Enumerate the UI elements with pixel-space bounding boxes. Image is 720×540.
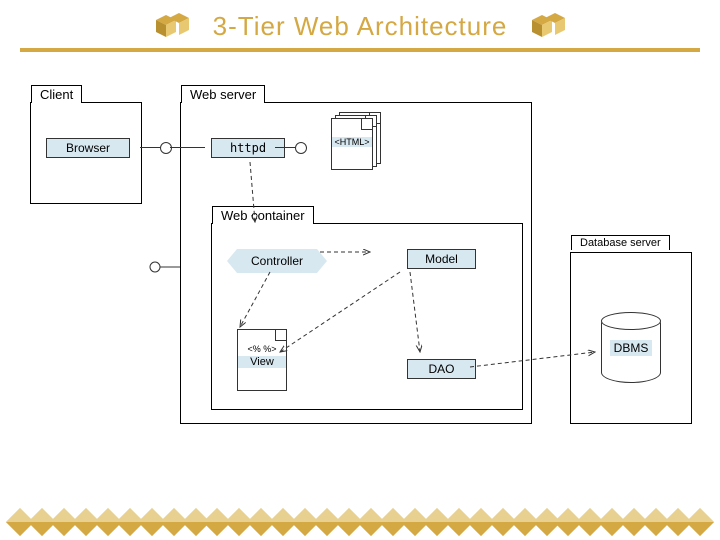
html-page-label: <HTML> xyxy=(332,137,372,147)
package-client: Client Browser xyxy=(30,102,142,204)
component-model: Model xyxy=(407,249,476,269)
page-title: 3-Tier Web Architecture xyxy=(213,11,508,42)
package-webserver: Web server httpd <HTML> Web container Co… xyxy=(180,102,532,424)
package-webcontainer-label: Web container xyxy=(212,206,314,224)
component-browser: Browser xyxy=(46,138,130,158)
architecture-diagram: Client Browser Web server httpd <HTML> W… xyxy=(20,72,700,472)
footer-decoration xyxy=(10,512,710,532)
package-dbserver-label: Database server xyxy=(571,235,670,250)
component-dbms: DBMS xyxy=(601,313,661,383)
component-controller: Controller xyxy=(237,249,317,273)
view-stereo-label: <% %> xyxy=(238,344,286,354)
view-label: View xyxy=(238,356,286,368)
controller-label: Controller xyxy=(251,254,303,268)
connector-browser-out xyxy=(140,147,160,148)
component-httpd: httpd xyxy=(211,138,285,158)
title-bar: 3-Tier Web Architecture xyxy=(20,0,700,52)
package-dbserver: Database server DBMS xyxy=(570,252,692,424)
component-dao: DAO xyxy=(407,359,476,379)
package-webcontainer: Web container Controller Model DAO <% %>… xyxy=(211,223,523,410)
connector-httpd-in xyxy=(170,147,205,148)
interface-browser-httpd xyxy=(160,142,172,154)
cube-decoration-left xyxy=(151,8,193,44)
package-webserver-label: Web server xyxy=(181,85,265,103)
connector-httpd-out xyxy=(275,147,295,148)
dbms-label: DBMS xyxy=(610,340,653,356)
interface-httpd-html xyxy=(295,142,307,154)
cube-decoration-right xyxy=(527,8,569,44)
package-client-label: Client xyxy=(31,85,82,103)
